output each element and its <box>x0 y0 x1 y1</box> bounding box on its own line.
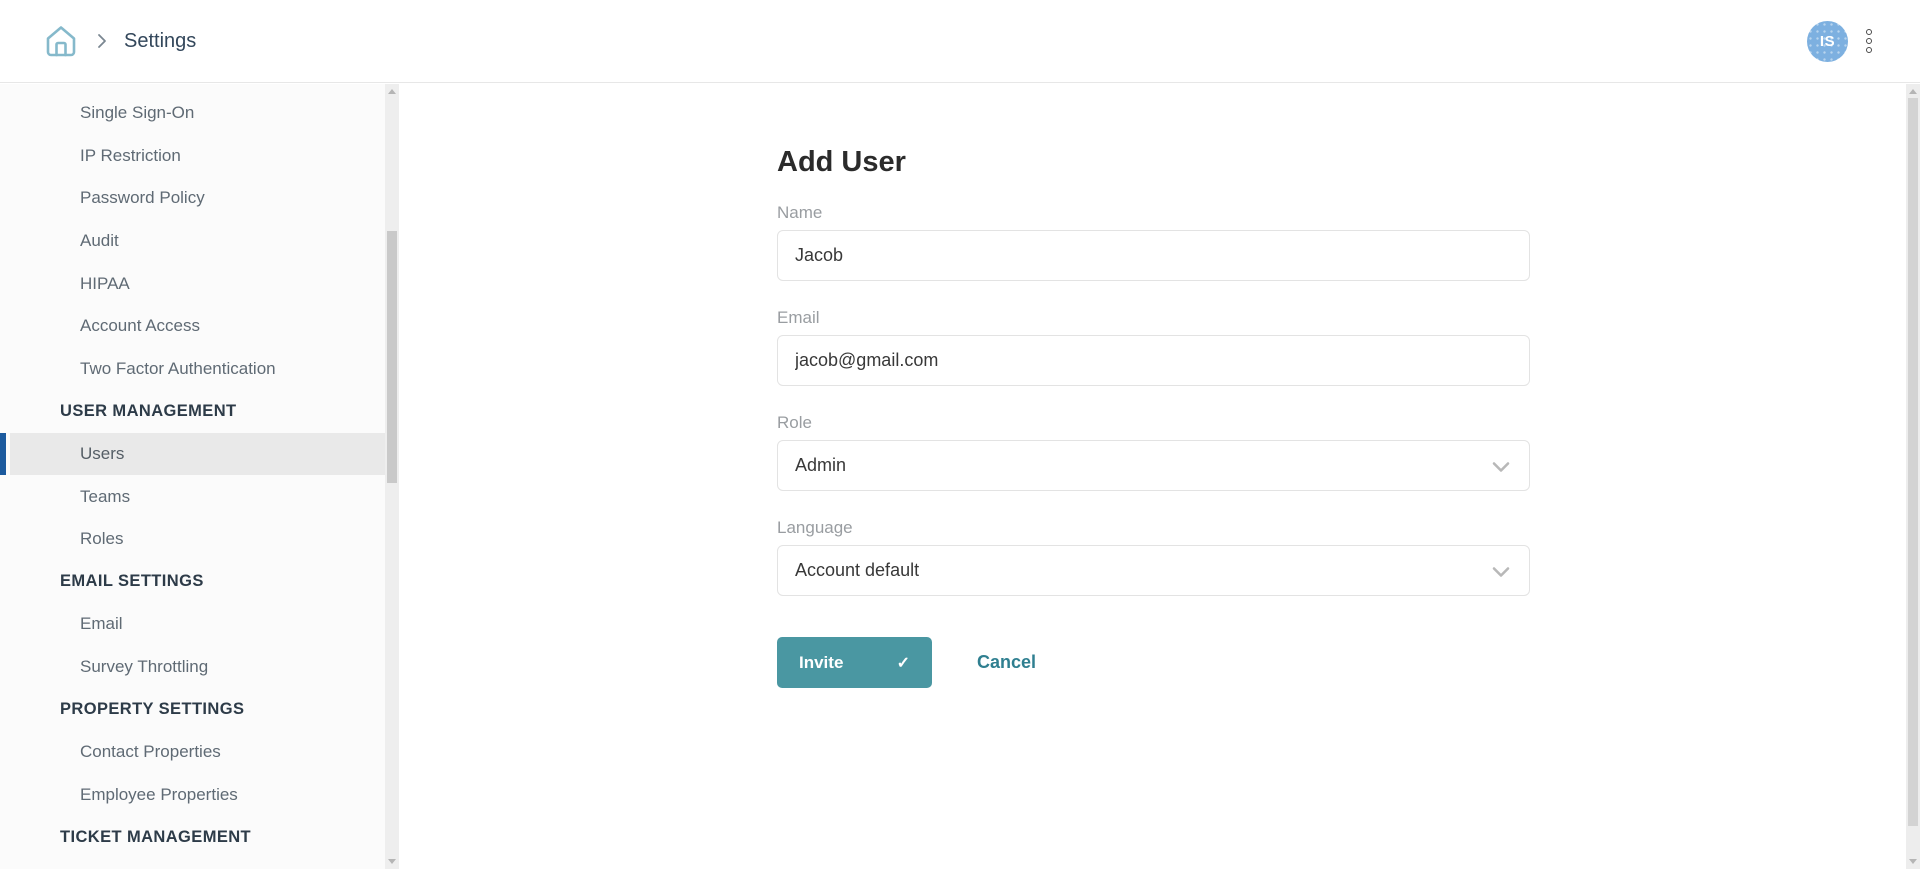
body: Single Sign-On IP Restriction Password P… <box>0 84 1920 869</box>
sidebar-item-password-policy[interactable]: Password Policy <box>0 177 385 220</box>
settings-sidebar: Single Sign-On IP Restriction Password P… <box>0 84 385 869</box>
scroll-up-arrow-icon[interactable] <box>388 89 396 94</box>
sidebar-item-employee-properties[interactable]: Employee Properties <box>0 774 385 817</box>
language-select[interactable]: Account default <box>777 545 1530 596</box>
chevron-down-icon <box>1491 458 1511 479</box>
check-icon: ✓ <box>896 654 910 672</box>
scroll-down-arrow-icon[interactable] <box>1909 859 1917 864</box>
top-bar: Settings IS <box>0 0 1920 83</box>
content-scrollbar-thumb[interactable] <box>1908 98 1918 826</box>
sidebar-scrollbar-thumb[interactable] <box>387 231 397 483</box>
sidebar-item-hipaa[interactable]: HIPAA <box>0 262 385 305</box>
sidebar-item-audit[interactable]: Audit <box>0 220 385 263</box>
sidebar-item-two-factor-authentication[interactable]: Two Factor Authentication <box>0 348 385 391</box>
scroll-up-arrow-icon[interactable] <box>1909 89 1917 94</box>
form-actions: Invite ✓ Cancel <box>777 637 1530 688</box>
role-select[interactable]: Admin <box>777 440 1530 491</box>
sidebar-section-user-management: USER MANAGEMENT <box>60 401 237 420</box>
email-input[interactable] <box>777 335 1530 386</box>
email-label: Email <box>777 308 820 327</box>
add-user-form: Add User Name Email Role Admin <box>777 146 1530 688</box>
sidebar-item-users[interactable]: Users <box>0 432 385 476</box>
sidebar-item-survey-throttling[interactable]: Survey Throttling <box>0 646 385 689</box>
language-label: Language <box>777 518 853 537</box>
main-content: Add User Name Email Role Admin <box>399 84 1906 869</box>
sidebar-item-single-sign-on[interactable]: Single Sign-On <box>0 92 385 135</box>
chevron-right-icon <box>96 32 108 50</box>
email-field-group: Email <box>777 308 1530 386</box>
page-title: Add User <box>777 146 906 178</box>
page: Settings IS Single Sign-On IP Restrictio… <box>0 0 1920 869</box>
sidebar-scrollbar[interactable] <box>385 84 399 869</box>
sidebar-item-account-access[interactable]: Account Access <box>0 305 385 348</box>
name-field-group: Name <box>777 203 1530 281</box>
role-label: Role <box>777 413 812 432</box>
sidebar-item-roles[interactable]: Roles <box>0 518 385 561</box>
language-field-group: Language Account default <box>777 518 1530 596</box>
home-icon[interactable] <box>42 23 80 59</box>
name-input[interactable] <box>777 230 1530 281</box>
breadcrumb-current[interactable]: Settings <box>124 30 196 53</box>
chevron-down-icon <box>1491 563 1511 584</box>
sidebar-item-ip-restriction[interactable]: IP Restriction <box>0 135 385 178</box>
kebab-menu-icon[interactable] <box>1862 25 1876 57</box>
role-select-value: Admin <box>795 455 847 475</box>
sidebar-section-property-settings: PROPERTY SETTINGS <box>60 700 245 719</box>
breadcrumb: Settings <box>0 23 196 59</box>
topbar-right: IS <box>1807 20 1920 62</box>
sidebar-item-contact-properties[interactable]: Contact Properties <box>0 731 385 774</box>
sidebar-item-email[interactable]: Email <box>0 603 385 646</box>
name-label: Name <box>777 203 823 222</box>
sidebar-section-ticket-management: TICKET MANAGEMENT <box>60 827 252 846</box>
language-select-value: Account default <box>795 560 920 580</box>
role-field-group: Role Admin <box>777 413 1530 491</box>
invite-button[interactable]: Invite ✓ <box>777 637 932 688</box>
sidebar-item-teams[interactable]: Teams <box>0 475 385 518</box>
scroll-down-arrow-icon[interactable] <box>388 859 396 864</box>
avatar[interactable]: IS <box>1807 20 1848 62</box>
sidebar-section-email-settings: EMAIL SETTINGS <box>60 572 204 591</box>
content-scrollbar[interactable] <box>1906 84 1920 869</box>
invite-button-label: Invite <box>799 652 844 672</box>
cancel-button[interactable]: Cancel <box>977 652 1036 673</box>
